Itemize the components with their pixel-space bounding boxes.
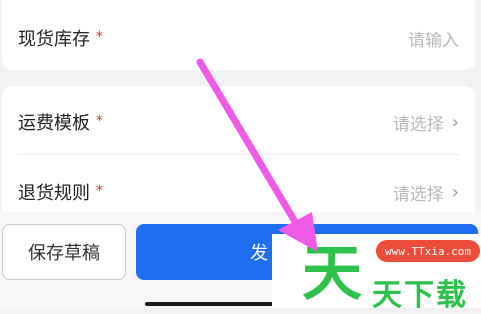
save-draft-button[interactable]: 保存草稿 — [2, 224, 126, 280]
required-mark: * — [96, 29, 103, 45]
home-indicator — [145, 302, 275, 306]
watermark-logo: 天 — [302, 239, 362, 309]
chevron-right-icon: › — [451, 111, 459, 133]
shipping-template-label: 运费模板 — [18, 113, 90, 134]
stock-card: 现货库存 * 请输入 — [2, 0, 475, 70]
stock-row[interactable]: 现货库存 * 请输入 — [18, 8, 459, 68]
shipping-template-select[interactable]: 请选择 — [393, 110, 444, 135]
chevron-right-icon: › — [451, 181, 459, 203]
logistics-card: 运费模板 * 请选择 › 退货规则 * 请选择 › — [2, 86, 475, 212]
watermark: 天 www.TTxia.com 天下载 — [272, 234, 481, 313]
divider — [18, 154, 459, 155]
publish-button-label: 发 — [250, 243, 268, 264]
required-mark: * — [96, 183, 103, 199]
stock-label: 现货库存 — [18, 29, 90, 50]
required-mark: * — [96, 113, 103, 129]
return-policy-select[interactable]: 请选择 — [393, 180, 444, 205]
watermark-url: www.TTxia.com — [376, 240, 480, 262]
watermark-text: 天下载 — [372, 278, 468, 313]
return-policy-label: 退货规则 — [18, 183, 90, 204]
stock-input[interactable]: 请输入 — [408, 26, 459, 51]
shipping-template-row[interactable]: 运费模板 * 请选择 › — [18, 92, 459, 152]
